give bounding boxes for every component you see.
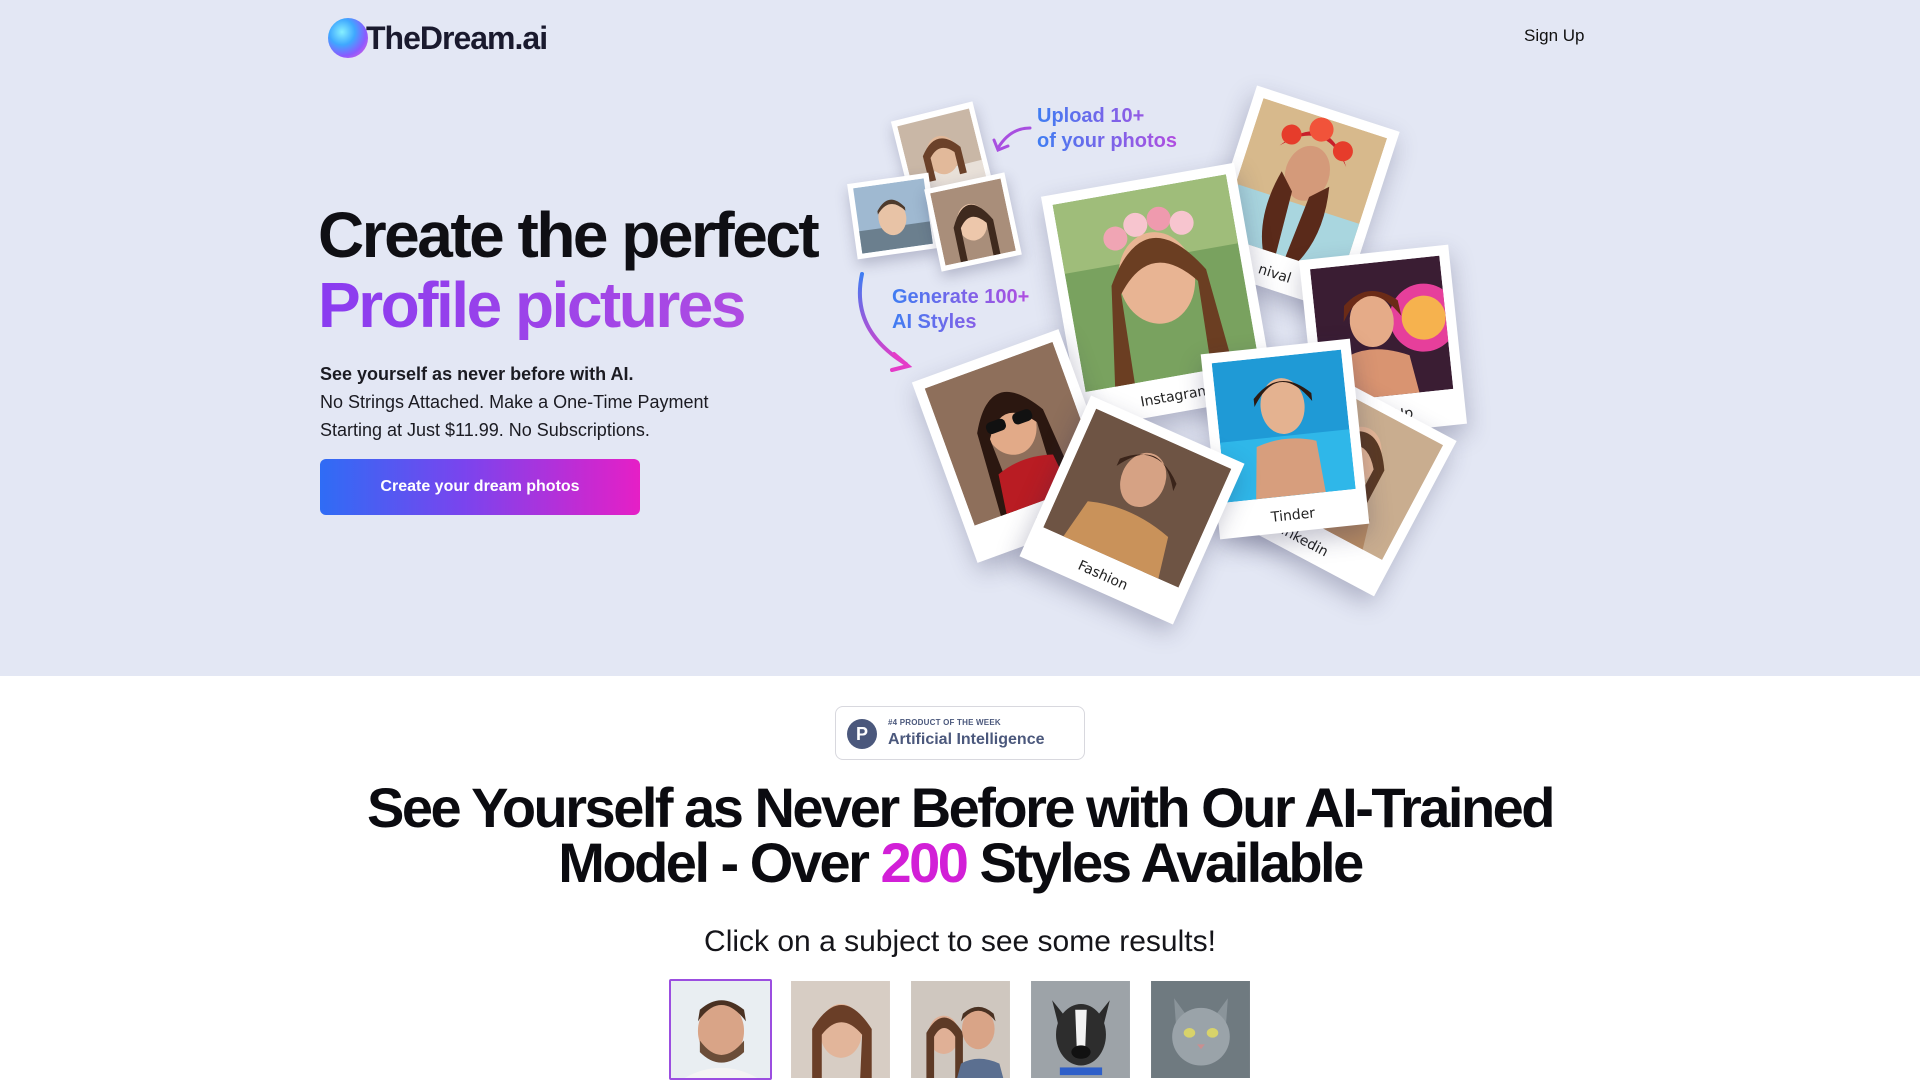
hero-subtext-line-1: No Strings Attached. Make a One-Time Pay… bbox=[320, 392, 709, 412]
upload-note-line-1: Upload 10+ bbox=[1037, 105, 1145, 127]
generate-note-line-2: AI Styles bbox=[892, 311, 977, 333]
subject-couple[interactable] bbox=[909, 979, 1012, 1080]
headline-line-2: Profile pictures bbox=[318, 270, 817, 340]
subject-cat[interactable] bbox=[1149, 979, 1252, 1080]
badge-title: Artificial Intelligence bbox=[888, 731, 1045, 748]
generate-note: Generate 100+ AI Styles bbox=[892, 285, 1029, 335]
upload-photo-image bbox=[853, 178, 933, 254]
headline-line-1: Create the perfect bbox=[318, 199, 820, 271]
subject-man[interactable] bbox=[669, 979, 772, 1080]
logo[interactable]: TheDream.ai bbox=[328, 16, 548, 60]
generate-note-line-1: Generate 100+ bbox=[892, 286, 1030, 308]
hero-subtext: See yourself as never before with AI. No… bbox=[320, 360, 780, 444]
style-card-tinder: Tinder bbox=[1200, 338, 1370, 540]
upload-arrow-icon bbox=[992, 126, 1032, 152]
create-dream-photos-button[interactable]: Create your dream photos bbox=[320, 459, 640, 515]
subject-woman-image bbox=[791, 981, 890, 1078]
subject-dog-image bbox=[1031, 981, 1130, 1078]
subject-dog[interactable] bbox=[1029, 979, 1132, 1080]
hero-headline: Create the perfect Profile pictures bbox=[318, 199, 820, 340]
product-hunt-icon: P bbox=[847, 719, 877, 749]
product-hunt-badge[interactable]: P #4 PRODUCT OF THE WEEK Artificial Inte… bbox=[835, 706, 1085, 760]
style-collage: Upload 10+ of your photos Generate 100+ … bbox=[830, 60, 1490, 660]
upload-photo-card bbox=[924, 172, 1022, 272]
hero-subtext-strong: See yourself as never before with AI. bbox=[320, 364, 634, 384]
subject-man-image bbox=[671, 981, 770, 1078]
upload-note-line-2: of your photos bbox=[1037, 130, 1177, 152]
section-title-line-1: See Yourself as Never Before with Our AI… bbox=[366, 776, 1556, 839]
subject-selector bbox=[669, 979, 1252, 1080]
upload-note: Upload 10+ of your photos bbox=[1037, 104, 1177, 154]
section-title-post: Styles Available bbox=[966, 831, 1364, 894]
subject-prompt: Click on a subject to see some results! bbox=[704, 925, 1216, 958]
subject-couple-image bbox=[911, 981, 1010, 1078]
logo-mark-icon bbox=[328, 18, 368, 58]
upload-photo-image bbox=[930, 178, 1016, 266]
hero-section: TheDream.ai Sign Up Create the perfect P… bbox=[0, 0, 1920, 676]
section-title-pre: Model - Over bbox=[558, 831, 881, 894]
badge-kicker: #4 PRODUCT OF THE WEEK bbox=[888, 718, 1001, 727]
subject-woman[interactable] bbox=[789, 979, 892, 1080]
sign-up-link[interactable]: Sign Up bbox=[1524, 26, 1584, 46]
section-title: See Yourself as Never Before with Our AI… bbox=[0, 780, 1920, 891]
logo-text: TheDream.ai bbox=[366, 19, 548, 56]
section-title-number: 200 bbox=[880, 831, 968, 894]
subject-cat-image bbox=[1151, 981, 1250, 1078]
hero-subtext-line-2: Starting at Just $11.99. No Subscription… bbox=[320, 420, 650, 440]
upload-photo-card bbox=[847, 172, 939, 260]
